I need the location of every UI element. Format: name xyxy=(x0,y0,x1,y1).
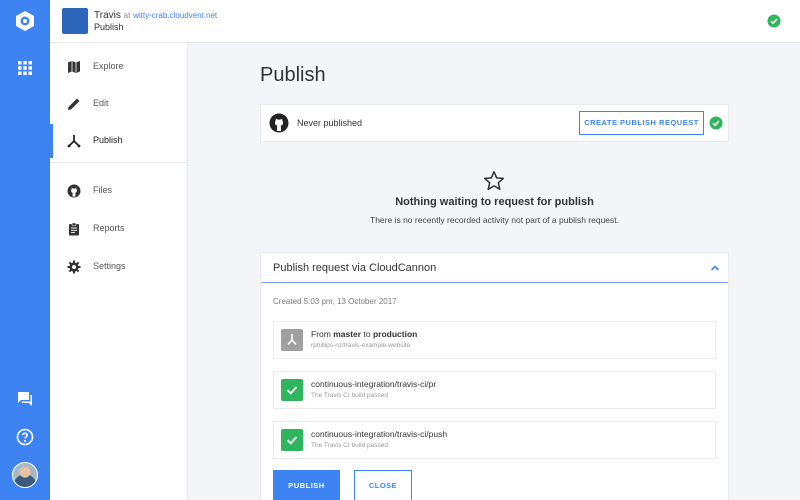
nav-label: Explore xyxy=(93,61,124,71)
from-word: From xyxy=(311,329,331,339)
check-badge xyxy=(281,379,303,401)
empty-state-subtitle: There is no recently recorded activity n… xyxy=(370,215,619,225)
github-icon xyxy=(269,113,289,133)
repository-name: rphillips-nz/travis-example-website xyxy=(311,342,411,349)
checkmark-icon xyxy=(286,386,298,395)
nav-label: Edit xyxy=(93,98,109,108)
user-avatar[interactable] xyxy=(12,462,38,488)
site-owner: Travis at witty-crab.cloudvent.net xyxy=(94,10,217,21)
at-word: at xyxy=(123,11,131,20)
check-circle-icon xyxy=(767,14,781,28)
pencil-icon xyxy=(68,98,80,110)
page-title: Publish xyxy=(260,64,326,86)
merge-icon xyxy=(287,334,297,346)
star-icon xyxy=(483,171,505,191)
github-icon xyxy=(67,184,81,198)
to-word: to xyxy=(363,329,371,339)
top-bar: Travis at witty-crab.cloudvent.net Publi… xyxy=(50,0,800,43)
nav-label: Reports xyxy=(93,223,125,233)
breadcrumb: Publish xyxy=(94,22,124,32)
nav-item-reports[interactable]: Reports xyxy=(50,212,188,246)
nav-item-publish[interactable]: Publish xyxy=(50,124,188,158)
nav-item-settings[interactable]: Settings xyxy=(50,250,188,284)
check-circle-icon xyxy=(709,116,723,130)
publish-status-card: Never published CREATE PUBLISH REQUEST xyxy=(260,104,729,142)
clipboard-icon xyxy=(69,222,79,236)
site-nav: Explore Edit Publish Files Reports Setti… xyxy=(50,43,188,500)
nav-label: Settings xyxy=(93,261,126,271)
merge-description: From master to production xyxy=(311,329,417,339)
publish-request-title: Publish request via CloudCannon xyxy=(273,262,437,274)
check-badge xyxy=(281,429,303,451)
cloudcannon-logo-icon[interactable] xyxy=(13,9,37,33)
nav-item-files[interactable]: Files xyxy=(50,174,188,208)
nav-label: Publish xyxy=(93,135,123,145)
map-icon xyxy=(68,61,80,73)
merge-icon xyxy=(67,135,81,148)
check-name: continuous-integration/travis-ci/pr xyxy=(311,379,437,389)
publish-status-text: Never published xyxy=(297,118,363,128)
created-timestamp: Created 5:03 pm, 13 October 2017 xyxy=(273,297,397,306)
chevron-up-icon[interactable] xyxy=(709,262,721,274)
merge-badge xyxy=(281,329,303,351)
check-status: The Travis CI build passed xyxy=(311,392,388,399)
source-branch: master xyxy=(333,329,362,339)
apps-grid-icon[interactable] xyxy=(17,60,33,76)
site-bookmark-icon[interactable] xyxy=(62,8,88,34)
target-branch: production xyxy=(372,329,418,339)
gear-icon xyxy=(67,260,81,274)
check-status: The Travis CI build passed xyxy=(311,442,388,449)
nav-item-edit[interactable]: Edit xyxy=(50,87,188,121)
check-name: continuous-integration/travis-ci/push xyxy=(311,429,448,439)
help-icon[interactable] xyxy=(16,428,34,446)
nav-label: Files xyxy=(93,185,113,195)
checkmark-icon xyxy=(286,436,298,445)
nav-divider xyxy=(50,162,188,163)
check-row: continuous-integration/travis-ci/pr The … xyxy=(273,371,716,409)
publish-request-panel: Publish request via CloudCannon Created … xyxy=(260,252,729,500)
chat-icon[interactable] xyxy=(17,391,33,407)
publish-button[interactable]: PUBLISH xyxy=(273,470,340,500)
nav-item-explore[interactable]: Explore xyxy=(50,50,188,84)
close-button[interactable]: CLOSE xyxy=(354,470,412,500)
user-name: Travis xyxy=(94,10,121,21)
app-rail xyxy=(0,0,50,500)
create-publish-request-button[interactable]: CREATE PUBLISH REQUEST xyxy=(579,111,704,135)
publish-request-header[interactable]: Publish request via CloudCannon xyxy=(261,253,728,283)
check-row: continuous-integration/travis-ci/push Th… xyxy=(273,421,716,459)
empty-state-title: Nothing waiting to request for publish xyxy=(395,196,594,208)
site-domain-link[interactable]: witty-crab.cloudvent.net xyxy=(133,11,217,20)
merge-row: From master to production rphillips-nz/t… xyxy=(273,321,716,359)
